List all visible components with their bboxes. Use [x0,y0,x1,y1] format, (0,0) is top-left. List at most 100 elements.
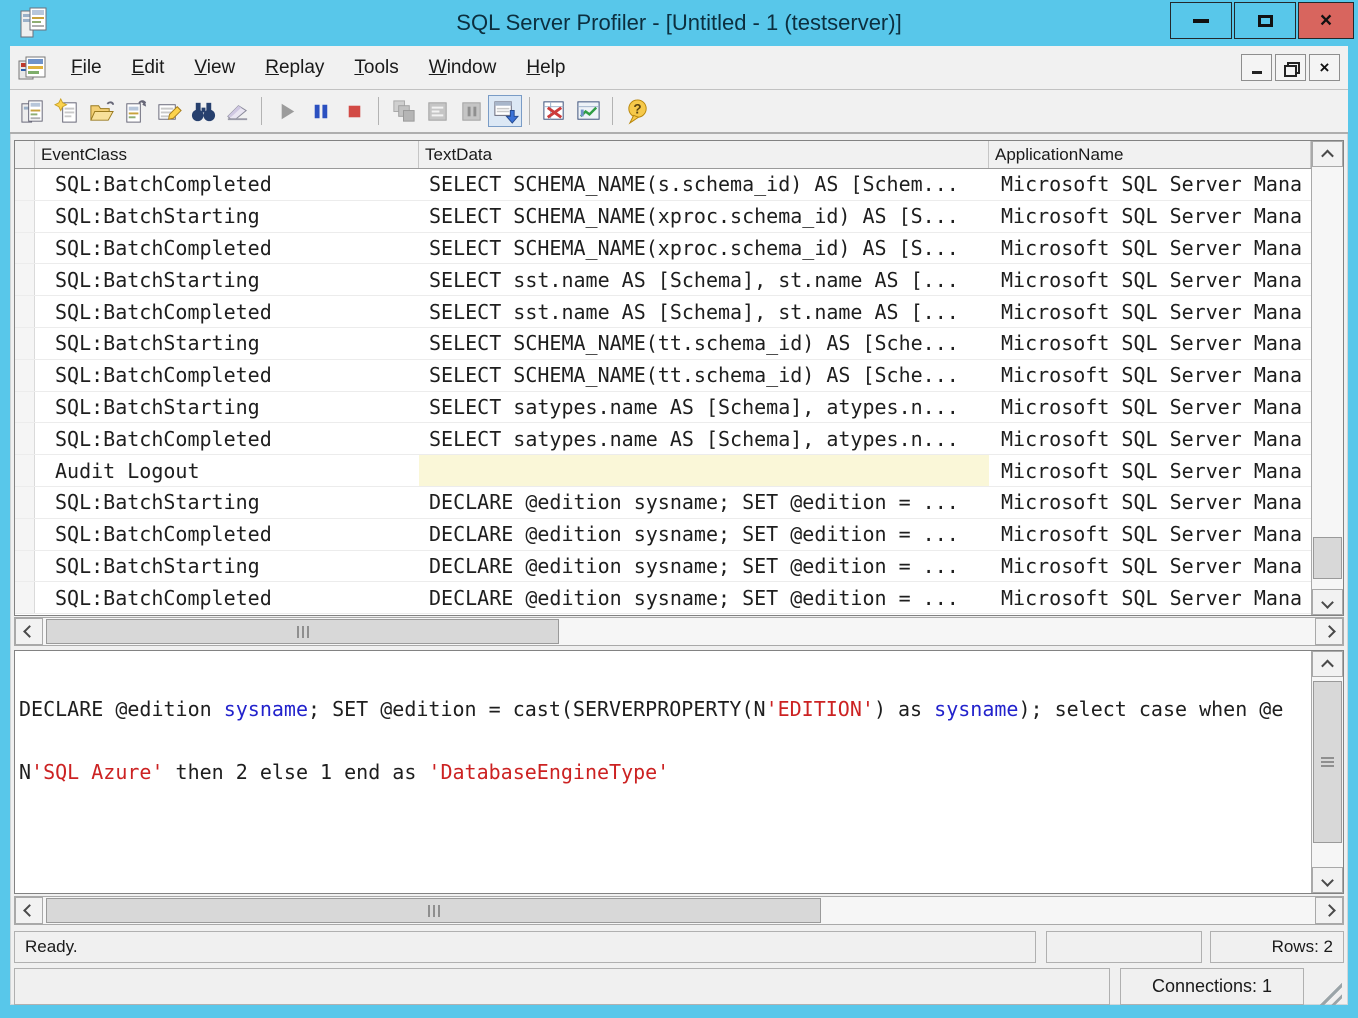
open-trace-file-button[interactable] [84,95,118,127]
scroll-right-button[interactable] [1315,618,1343,645]
grid-hscroll-thumb[interactable] [46,619,559,644]
minimize-button[interactable] [1170,2,1232,39]
scroll-down-button[interactable] [1312,867,1343,893]
run-to-cursor-button[interactable] [420,95,454,127]
scroll-left-button[interactable] [15,897,43,924]
mdi-restore-button[interactable] [1275,54,1306,81]
cell-applicationname: Microsoft SQL Server Mana [989,551,1311,582]
help-button[interactable]: ? [620,95,654,127]
clear-trace-window-button[interactable] [220,95,254,127]
maximize-button[interactable] [1234,2,1296,39]
menu-edit[interactable]: Edit [117,46,180,89]
table-row[interactable]: SQL:BatchCompletedDECLARE @edition sysna… [15,519,1311,551]
menu-file[interactable]: File [56,46,117,89]
cell-eventclass: SQL:BatchCompleted [35,423,419,454]
table-row[interactable]: SQL:BatchCompletedSELECT sst.name AS [Sc… [15,296,1311,328]
start-replay-button[interactable] [269,95,303,127]
mdi-close-button[interactable]: × [1309,54,1340,81]
toggle-breakpoint-button[interactable] [454,95,488,127]
grid-vscroll-thumb[interactable] [1313,537,1342,579]
mdi-document-icon[interactable] [18,55,46,81]
toolbar-separator [261,97,262,125]
close-button[interactable]: × [1298,2,1354,39]
help-icon: ? [624,98,651,125]
table-row[interactable]: SQL:BatchStartingDECLARE @edition sysnam… [15,487,1311,519]
chevron-left-icon [23,904,36,917]
table-row[interactable]: SQL:BatchCompletedSELECT SCHEMA_NAME(tt.… [15,360,1311,392]
table-row[interactable]: SQL:BatchStartingSELECT sst.name AS [Sch… [15,264,1311,296]
menu-help[interactable]: Help [511,46,580,89]
cell-applicationname: Microsoft SQL Server Mana [989,487,1311,518]
row-selector[interactable] [15,201,35,232]
cell-textdata: SELECT SCHEMA_NAME(tt.schema_id) AS [Sch… [419,360,989,391]
find-button[interactable] [186,95,220,127]
properties-button[interactable] [152,95,186,127]
scroll-left-button[interactable] [15,618,43,645]
scroll-up-button[interactable] [1312,651,1343,677]
execute-one-step-button[interactable] [386,95,420,127]
menu-window[interactable]: Window [414,46,512,89]
pause-replay-button[interactable] [303,95,337,127]
grid-horizontal-scrollbar[interactable] [14,617,1344,646]
row-selector[interactable] [15,360,35,391]
table-row[interactable]: SQL:BatchStartingSELECT SCHEMA_NAME(xpro… [15,201,1311,233]
row-selector[interactable] [15,328,35,359]
sqlpane-hscroll-thumb[interactable] [46,898,821,923]
chevron-right-icon [1323,625,1336,638]
aggregated-view-button[interactable] [537,95,571,127]
row-selector[interactable] [15,455,35,486]
scroll-right-button[interactable] [1315,897,1343,924]
sqlpane-vscroll-thumb[interactable] [1313,681,1342,843]
grid-vertical-scrollbar[interactable] [1311,141,1343,615]
app-status-bar: Connections: 1 [14,968,1344,1005]
mdi-window-controls: × [1241,54,1340,81]
new-trace-button[interactable] [16,95,50,127]
menu-replay[interactable]: Replay [250,46,339,89]
scroll-up-button[interactable] [1312,141,1343,167]
table-row-audit-logout[interactable]: Audit LogoutMicrosoft SQL Server Mana [15,455,1311,487]
menu-view[interactable]: View [179,46,250,89]
table-row[interactable]: SQL:BatchCompletedSELECT SCHEMA_NAME(xpr… [15,233,1311,265]
row-selector[interactable] [15,487,35,518]
auto-scroll-button[interactable] [488,95,522,127]
mdi-minimize-button[interactable] [1241,54,1272,81]
resize-grip[interactable] [1314,977,1342,1005]
stop-replay-button[interactable] [337,95,371,127]
table-row[interactable]: SQL:BatchStartingSELECT SCHEMA_NAME(tt.s… [15,328,1311,360]
row-selector[interactable] [15,551,35,582]
column-header-eventclass[interactable]: EventClass [35,141,419,168]
row-selector[interactable] [15,519,35,550]
table-row[interactable]: SQL:BatchCompletedDECLARE @edition sysna… [15,582,1311,614]
sqlpane-horizontal-scrollbar[interactable] [14,896,1344,925]
binoculars-icon [190,98,217,125]
table-row[interactable]: SQL:BatchStartingDECLARE @edition sysnam… [15,551,1311,583]
scroll-down-button[interactable] [1312,589,1343,615]
cell-applicationname: Microsoft SQL Server Mana [989,519,1311,550]
cell-eventclass: SQL:BatchCompleted [35,296,419,327]
chevron-right-icon [1323,904,1336,917]
title-bar[interactable]: SQL Server Profiler - [Untitled - 1 (tes… [0,0,1358,46]
sql-detail-pane[interactable]: DECLARE @edition sysname; SET @edition =… [14,650,1344,894]
row-selector[interactable] [15,169,35,200]
aggregated-view-icon [541,98,568,125]
save-trace-file-button[interactable] [118,95,152,127]
cell-applicationname: Microsoft SQL Server Mana [989,328,1311,359]
menu-tools[interactable]: Tools [339,46,413,89]
column-header-textdata[interactable]: TextData [419,141,989,168]
row-selector[interactable] [15,296,35,327]
grouped-view-button[interactable] [571,95,605,127]
table-row[interactable]: SQL:BatchCompletedSELECT SCHEMA_NAME(s.s… [15,169,1311,201]
table-row[interactable]: SQL:BatchCompletedSELECT satypes.name AS… [15,423,1311,455]
row-selector[interactable] [15,423,35,454]
row-selector[interactable] [15,582,35,613]
pause-icon [307,98,334,125]
sqlpane-vertical-scrollbar[interactable] [1311,651,1343,893]
connections-count: Connections: 1 [1120,968,1304,1005]
row-selector[interactable] [15,264,35,295]
table-row[interactable]: SQL:BatchStartingSELECT satypes.name AS … [15,392,1311,424]
row-selector[interactable] [15,392,35,423]
column-header-applicationname[interactable]: ApplicationName [989,141,1311,168]
column-header-selector[interactable] [15,141,35,168]
new-file-button[interactable] [50,95,84,127]
row-selector[interactable] [15,233,35,264]
